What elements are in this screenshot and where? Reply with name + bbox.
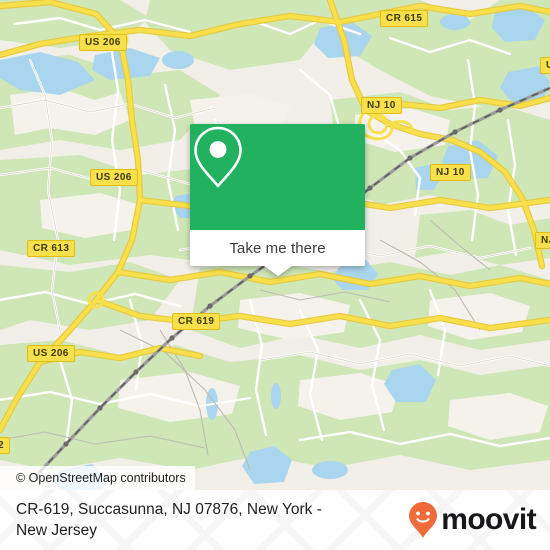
moovit-brand-logo[interactable]: moovit	[408, 501, 537, 539]
moovit-smiley-pin-icon	[409, 502, 438, 538]
road-shield-us-206-north: US 206	[79, 34, 127, 51]
callout-footer[interactable]: Take me there	[190, 230, 365, 276]
road-shield-cr-619: CR 619	[172, 313, 221, 330]
moovit-wordmark: moovit	[441, 503, 536, 536]
road-shield-cr-615: CR 615	[380, 10, 429, 27]
callout-pointer-tail	[263, 266, 292, 276]
page-title: CR-619, Succasunna, NJ 07876, New York -…	[16, 501, 322, 539]
road-shield-us-edge: US	[540, 57, 550, 74]
moovit-map-screenshot: US 206 CR 615 NJ 10 US 206 NJ 10 CR 613 …	[0, 0, 550, 550]
road-shield-nj-10-west: NJ 10	[361, 97, 402, 114]
callout-header	[190, 124, 365, 230]
road-shield-us-206-south: US 206	[27, 345, 75, 362]
road-shield-cr-613: CR 613	[27, 240, 76, 257]
page-footer: CR-619, Succasunna, NJ 07876, New York -…	[0, 490, 550, 550]
take-me-there-label: Take me there	[229, 239, 326, 257]
location-callout-card[interactable]: Take me there	[190, 124, 365, 276]
road-shield-nj-10-east: NJ 10	[430, 164, 471, 181]
road-shield-us-206-mid: US 206	[90, 169, 138, 186]
map-pin-icon	[194, 126, 242, 188]
road-shield-nj-edge: NJ	[535, 232, 550, 249]
road-shield-partial-left: 2	[0, 437, 10, 454]
osm-attribution[interactable]: © OpenStreetMap contributors	[0, 466, 195, 490]
map-canvas[interactable]: US 206 CR 615 NJ 10 US 206 NJ 10 CR 613 …	[0, 0, 550, 490]
